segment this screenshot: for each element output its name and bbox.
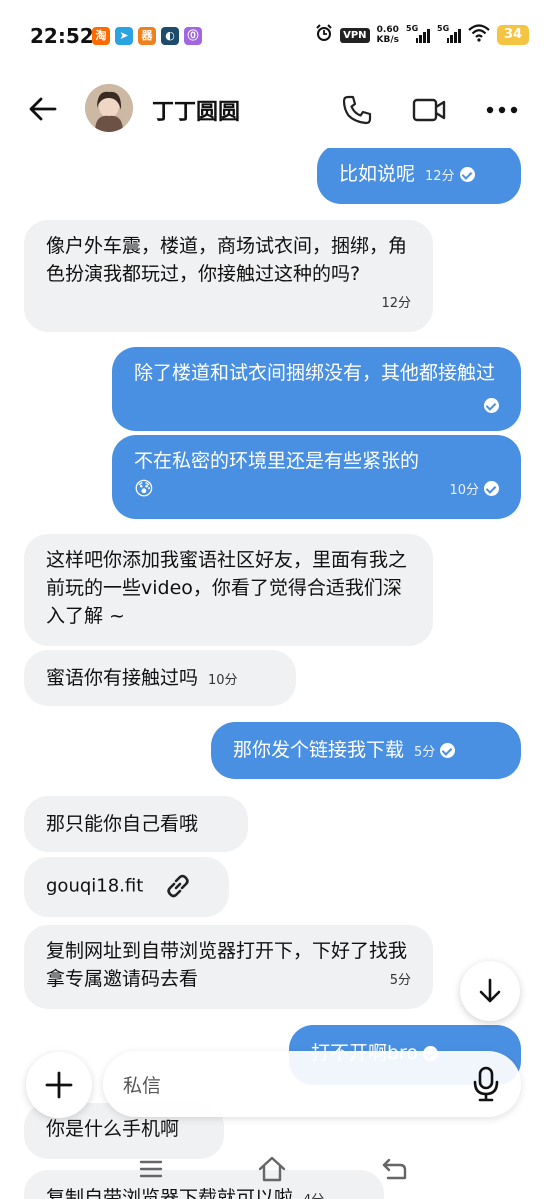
message-bubble[interactable]: 不在私密的环境里还是有些紧张的 😰 10分: [112, 435, 521, 519]
message-text: 那只能你自己看哦: [46, 813, 199, 835]
message-text: 比如说呢: [339, 163, 416, 185]
message-input[interactable]: 私信: [103, 1051, 521, 1117]
plus-icon: [45, 1071, 73, 1099]
signal-5g-2-icon: 5G: [437, 24, 462, 43]
more-dots-icon: [486, 106, 518, 114]
message-time: 10分: [449, 483, 479, 498]
alarm-icon: [315, 24, 333, 46]
app-purple-icon: ⓪: [184, 27, 202, 45]
message-time: 5分: [414, 745, 436, 760]
message-bubble[interactable]: gouqi18.fit: [24, 857, 229, 917]
message-text: 蜜语你有接触过吗: [46, 667, 199, 689]
status-bar: 22:52 淘 ➤ 器 ◐ ⓪ VPN 0.60 KB/s 5G 5G 34: [0, 0, 545, 72]
message-text: 像户外车震，楼道，商场试衣间，捆绑，角色扮演我都玩过，你接触过这种的吗?: [46, 235, 408, 285]
message-bubble[interactable]: 像户外车震，楼道，商场试衣间，捆绑，角色扮演我都玩过，你接触过这种的吗? 12分: [24, 220, 433, 332]
vpn-badge: VPN: [340, 27, 370, 43]
message-list[interactable]: 比如说呢 12分 像户外车震，楼道，商场试衣间，捆绑，角色扮演我都玩过，你接触过这…: [0, 148, 545, 1199]
signal-2-label: 5G: [437, 24, 450, 33]
message-emoji: 😰: [134, 478, 154, 500]
video-call-button[interactable]: [411, 92, 447, 128]
link-text[interactable]: gouqi18.fit: [46, 876, 143, 897]
message-bubble[interactable]: 复制网址到自带浏览器打开下，下好了找我拿专属邀请码去看 5分: [24, 925, 433, 1009]
message-input-placeholder: 私信: [123, 1075, 162, 1097]
net-speed: 0.60 KB/s: [377, 25, 399, 45]
system-nav-bar: [0, 1140, 545, 1199]
status-indicators: VPN 0.60 KB/s 5G 5G 34: [315, 24, 529, 46]
message-text: 除了楼道和试衣间捆绑没有，其他都接触过: [134, 362, 496, 384]
read-check-icon: [484, 481, 499, 496]
app-dark-icon: ◐: [161, 27, 179, 45]
status-time: 22:52: [30, 24, 94, 48]
arrow-left-icon: [29, 97, 57, 121]
more-options-button[interactable]: [484, 92, 520, 128]
arrow-down-icon: [479, 978, 501, 1003]
call-button[interactable]: [339, 92, 375, 128]
message-time: 12分: [381, 296, 411, 311]
message-time: 5分: [389, 973, 411, 988]
message-bubble[interactable]: 比如说呢 12分: [317, 148, 521, 204]
signal-1-label: 5G: [406, 24, 419, 33]
home-icon: [258, 1156, 286, 1182]
phone-icon: [342, 95, 372, 125]
message-text: 你是什么手机啊: [46, 1118, 180, 1140]
signal-5g-1-icon: 5G: [406, 24, 431, 43]
back-button[interactable]: [28, 94, 58, 124]
read-check-icon: [440, 743, 456, 758]
read-check-icon: [484, 398, 499, 413]
avatar[interactable]: [85, 84, 133, 132]
message-text: 那你发个链接我下载: [233, 739, 405, 761]
read-check-icon: [459, 167, 475, 182]
message-bubble[interactable]: 这样吧你添加我蜜语社区好友，里面有我之前玩的一些video，你看了觉得合适我们深…: [24, 534, 433, 646]
notification-icons: 淘 ➤ 器 ◐ ⓪: [92, 27, 202, 45]
message-bubble[interactable]: 那你发个链接我下载 5分: [211, 722, 521, 779]
video-camera-icon: [412, 98, 446, 122]
chat-header: 丁丁圆圆: [0, 72, 545, 148]
nav-home-button[interactable]: [255, 1152, 289, 1186]
app-orange-icon: 器: [138, 27, 156, 45]
nav-menu-button[interactable]: [134, 1152, 168, 1186]
contact-name[interactable]: 丁丁圆圆: [152, 94, 240, 126]
message-time: 10分: [208, 673, 238, 688]
battery-indicator: 34: [497, 25, 529, 45]
add-attachment-button[interactable]: [26, 1052, 92, 1118]
microphone-icon[interactable]: [471, 1066, 501, 1102]
telegram-icon: ➤: [115, 27, 133, 45]
net-speed-unit: KB/s: [376, 35, 399, 45]
wifi-icon: [468, 24, 490, 46]
message-text: 不在私密的环境里还是有些紧张的: [134, 450, 420, 472]
link-icon[interactable]: [163, 871, 193, 901]
back-icon: [382, 1158, 407, 1180]
menu-icon: [139, 1160, 163, 1178]
net-speed-value: 0.60: [376, 25, 399, 35]
message-text: 这样吧你添加我蜜语社区好友，里面有我之前玩的一些video，你看了觉得合适我们深…: [46, 549, 408, 627]
message-bubble[interactable]: 那只能你自己看哦: [24, 796, 248, 852]
message-time: 12分: [425, 169, 455, 184]
scroll-to-bottom-button[interactable]: [460, 961, 520, 1021]
message-bubble[interactable]: 除了楼道和试衣间捆绑没有，其他都接触过: [112, 347, 521, 431]
nav-back-button[interactable]: [377, 1152, 411, 1186]
message-bubble[interactable]: 蜜语你有接触过吗 10分: [24, 650, 296, 706]
message-text: 复制网址到自带浏览器打开下，下好了找我拿专属邀请码去看: [46, 940, 408, 990]
taobao-icon: 淘: [92, 27, 110, 45]
